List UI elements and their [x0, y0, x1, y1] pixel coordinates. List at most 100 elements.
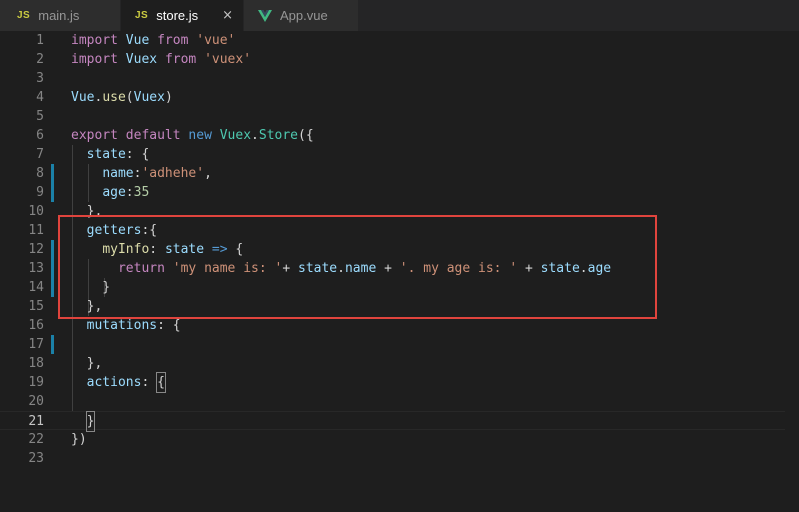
code-token: state: [540, 261, 580, 276]
code-text: age:35: [71, 183, 149, 202]
line-number: 18: [28, 356, 44, 371]
line-number: 8: [36, 166, 44, 181]
code-token: ): [164, 90, 173, 105]
code-token: :{: [141, 223, 158, 238]
code-token: :: [125, 185, 134, 200]
tab-app-vue[interactable]: App.vue: [244, 0, 359, 31]
code-line[interactable]: 15 },: [0, 297, 799, 316]
code-line[interactable]: 8 name:'adhehe',: [0, 164, 799, 183]
code-text: return 'my name is: '+ state.name + '. m…: [71, 259, 611, 278]
line-number: 3: [36, 71, 44, 86]
code-token: 'my name is: ': [172, 261, 283, 276]
code-token: },: [71, 299, 103, 314]
code-token: '. my age is: ': [399, 261, 518, 276]
code-token: ({: [298, 128, 314, 143]
code-line[interactable]: 10 },: [0, 202, 799, 221]
line-number: 14: [28, 280, 44, 295]
code-token: Vuex: [125, 52, 158, 67]
code-text: myInfo: state => {: [71, 240, 243, 259]
code-token: },: [71, 204, 103, 219]
code-token: }): [71, 432, 87, 447]
code-token: getters: [86, 223, 142, 238]
code-line[interactable]: 20: [0, 392, 799, 411]
close-icon[interactable]: ×: [222, 8, 233, 23]
code-line[interactable]: 21 }: [0, 411, 799, 432]
code-token: export: [71, 128, 118, 143]
line-number: 19: [28, 375, 44, 390]
code-line[interactable]: 5: [0, 107, 799, 126]
tab-bar: JS main.js JS store.js × App.vue: [0, 0, 799, 31]
code-token: .: [337, 261, 345, 276]
code-text: export default new Vuex.Store({: [71, 126, 314, 145]
code-line[interactable]: 11 getters:{: [0, 221, 799, 240]
line-number: 4: [36, 90, 44, 105]
line-number: 21: [28, 414, 44, 429]
line-number: 12: [28, 242, 44, 257]
code-text: import Vuex from 'vuex': [71, 50, 251, 69]
code-line[interactable]: 6 export default new Vuex.Store({: [0, 126, 799, 145]
code-line[interactable]: 12 myInfo: state => {: [0, 240, 799, 259]
code-line[interactable]: 19 actions: {: [0, 372, 799, 393]
code-token: {: [227, 242, 244, 257]
code-line[interactable]: 9 age:35: [0, 183, 799, 202]
line-number: 6: [36, 128, 44, 143]
code-text: Vue.use(Vuex): [71, 88, 173, 107]
code-token: from: [157, 33, 189, 48]
code-line[interactable]: 14 }: [0, 278, 799, 297]
code-text: state: {: [71, 145, 150, 164]
tab-label: store.js: [156, 8, 199, 23]
code-token: : {: [125, 147, 150, 162]
code-text: import Vue from 'vue': [71, 31, 235, 50]
code-area[interactable]: 1 import Vue from 'vue' 2 import Vuex from …: [0, 31, 799, 512]
code-text: mutations: {: [71, 316, 181, 335]
code-text: actions: {: [71, 372, 166, 393]
matched-bracket: }: [85, 411, 96, 432]
code-token: default: [125, 128, 181, 143]
code-line[interactable]: 13 return 'my name is: '+ state.name + '…: [0, 259, 799, 278]
code-line[interactable]: 4 Vue.use(Vuex): [0, 88, 799, 107]
line-number: 10: [28, 204, 44, 219]
code-line[interactable]: 1 import Vue from 'vue': [0, 31, 799, 50]
code-line[interactable]: 18 },: [0, 354, 799, 373]
code-token: 'vuex': [204, 52, 252, 67]
code-token: name: [344, 261, 377, 276]
code-token: name: [102, 166, 134, 181]
line-number: 1: [36, 33, 44, 48]
code-line[interactable]: 23: [0, 449, 799, 468]
line-number: 17: [28, 337, 44, 352]
tab-main-js[interactable]: JS main.js: [0, 0, 121, 31]
code-line[interactable]: 22}): [0, 430, 799, 449]
code-text: getters:{: [71, 221, 157, 240]
line-number: 11: [28, 223, 44, 238]
code-token: }: [71, 280, 111, 295]
code-line[interactable]: 3: [0, 69, 799, 88]
code-token: Vuex: [219, 128, 252, 143]
code-line[interactable]: 17: [0, 335, 799, 354]
tab-label: main.js: [38, 8, 80, 23]
code-text: },: [71, 202, 103, 221]
code-token: import: [71, 52, 118, 67]
code-line[interactable]: 2 import Vuex from 'vuex': [0, 50, 799, 69]
code-token: (: [125, 90, 134, 105]
code-line[interactable]: 16 mutations: {: [0, 316, 799, 335]
tab-store-js[interactable]: JS store.js ×: [121, 0, 244, 31]
code-line[interactable]: 7 state: {: [0, 145, 799, 164]
code-token: state: [298, 261, 338, 276]
line-number: 13: [28, 261, 44, 276]
code-text: name:'adhehe',: [71, 164, 212, 183]
vertical-scrollbar[interactable]: [785, 31, 799, 512]
js-file-icon: JS: [135, 10, 149, 21]
